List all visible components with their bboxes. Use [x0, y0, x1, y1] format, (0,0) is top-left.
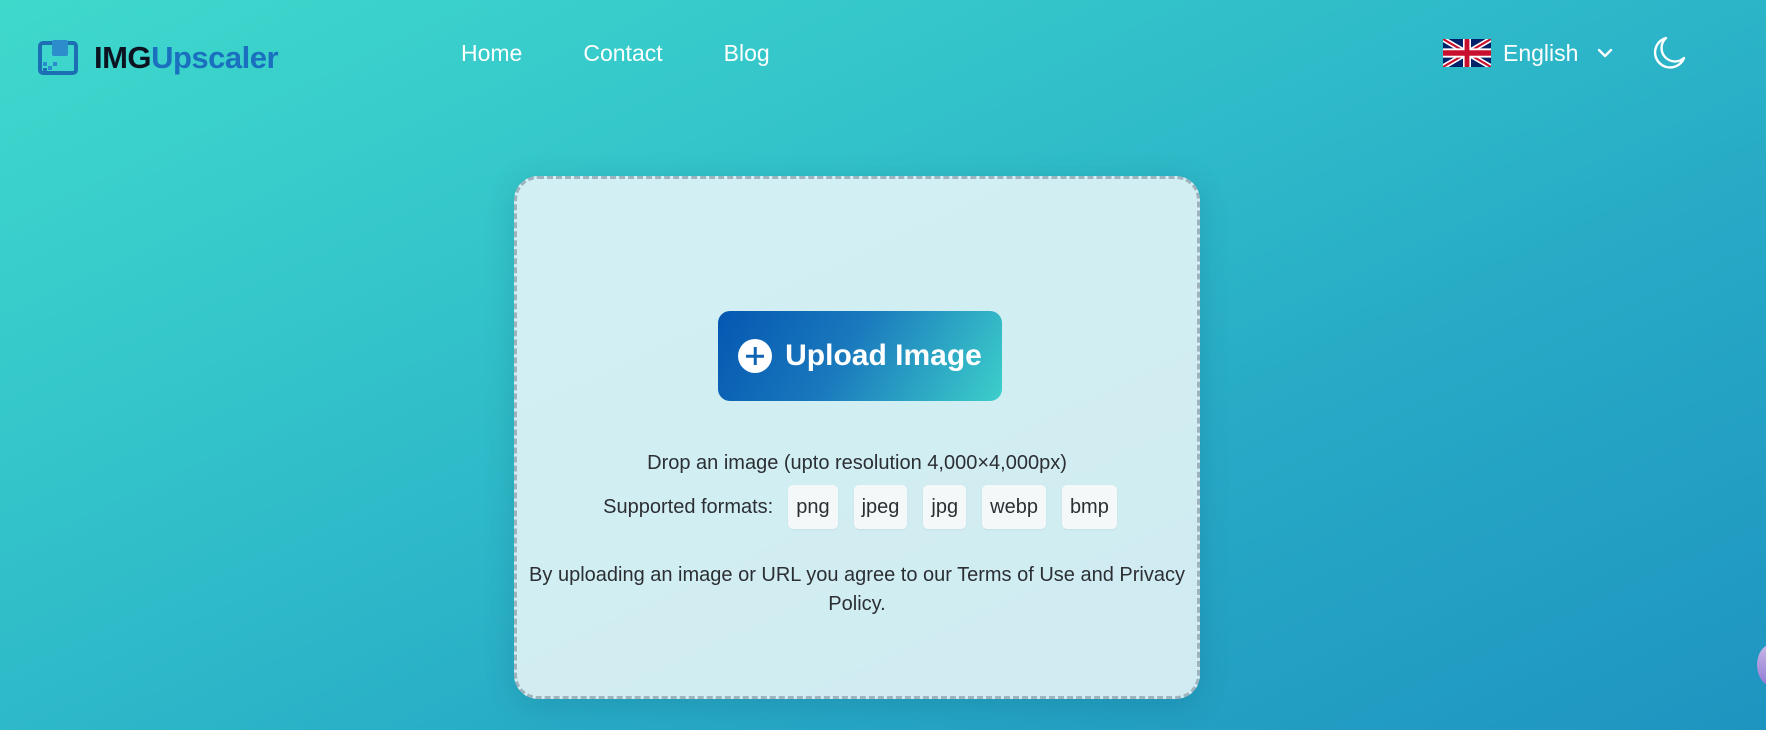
site-header: IMGUpscaler Home Contact Blog English	[0, 0, 1766, 108]
brand-name-part2: Upscaler	[151, 40, 279, 75]
format-badge-bmp: bmp	[1061, 485, 1117, 529]
brand-logo[interactable]: IMGUpscaler	[38, 38, 279, 78]
nav-contact[interactable]: Contact	[583, 38, 662, 68]
format-badge-jpeg: jpeg	[853, 485, 908, 529]
uk-flag-icon	[1443, 39, 1491, 67]
drop-instructions: Drop an image (upto resolution 4,000×4,0…	[647, 452, 1067, 474]
terms-notice: By uploading an image or URL you agree t…	[529, 564, 1185, 615]
moon-icon[interactable]	[1650, 34, 1688, 72]
brand-name-part1: IMG	[94, 40, 152, 75]
language-label: English	[1503, 40, 1579, 66]
main-nav: Home Contact Blog	[461, 38, 831, 68]
language-selector[interactable]: English	[1443, 38, 1614, 68]
format-badge-png: png	[788, 485, 838, 529]
floating-chat-button[interactable]	[1757, 644, 1766, 686]
upload-button-label: Upload Image	[785, 339, 982, 372]
supported-formats: Supported formats: png jpeg jpg webp bmp	[517, 485, 1197, 529]
upload-dropzone[interactable]: Upload Image Drop an image (upto resolut…	[514, 176, 1200, 699]
nav-blog[interactable]: Blog	[724, 38, 770, 68]
formats-label: Supported formats:	[603, 495, 774, 518]
nav-home[interactable]: Home	[461, 38, 522, 68]
logo-icon	[38, 40, 78, 75]
format-badge-webp: webp	[982, 485, 1046, 529]
chevron-down-icon	[1598, 48, 1613, 58]
upload-image-button[interactable]: Upload Image	[718, 311, 1002, 401]
format-badge-jpg: jpg	[923, 485, 967, 529]
brand-name: IMGUpscaler	[94, 40, 279, 76]
plus-icon	[738, 339, 773, 373]
